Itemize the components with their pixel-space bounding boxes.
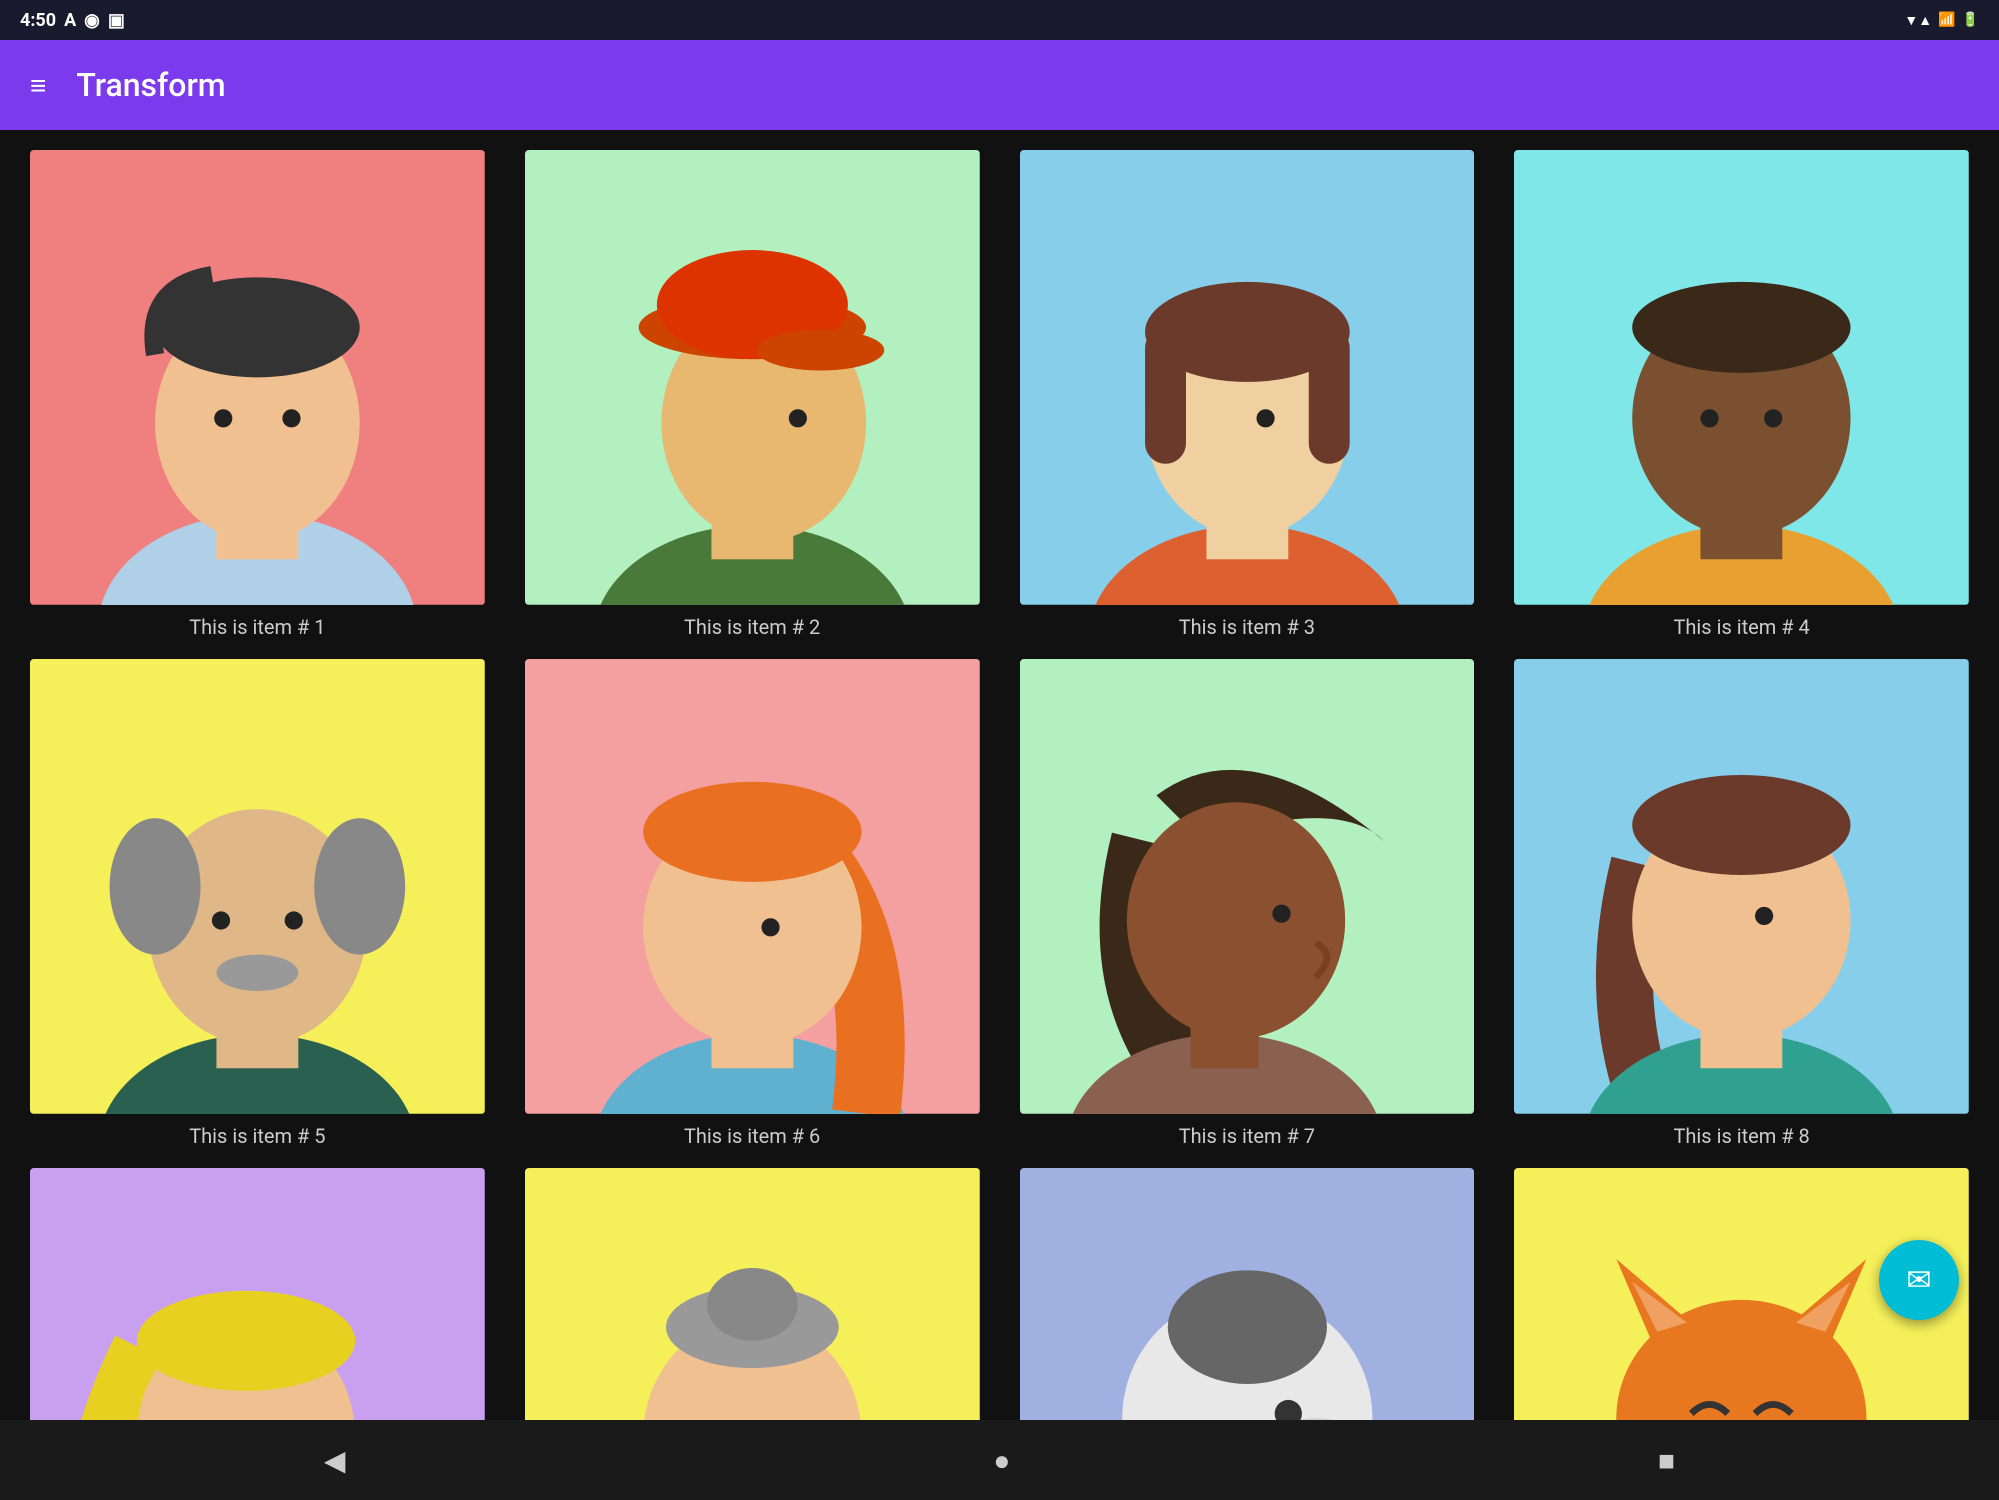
item-image-10 bbox=[525, 1168, 980, 1421]
battery-icon: 🔋 bbox=[1962, 12, 1979, 28]
item-grid: This is item # 1 bbox=[30, 150, 1969, 1420]
item-image-2 bbox=[525, 150, 980, 605]
list-item[interactable]: This is item # 10 bbox=[525, 1168, 980, 1421]
item-image-8 bbox=[1514, 659, 1969, 1114]
recent-button[interactable]: ■ bbox=[1658, 1444, 1675, 1477]
list-item[interactable]: This is item # 11 bbox=[1020, 1168, 1475, 1421]
list-item[interactable]: This is item # 5 bbox=[30, 659, 485, 1148]
home-button[interactable]: ● bbox=[993, 1444, 1010, 1477]
status-bar-right: ▼▲ 📶 🔋 bbox=[1904, 12, 1979, 29]
item-label-6: This is item # 6 bbox=[684, 1124, 820, 1148]
item-label-5: This is item # 5 bbox=[189, 1124, 325, 1148]
back-button[interactable]: ◀ bbox=[324, 1444, 346, 1477]
item-image-1 bbox=[30, 150, 485, 605]
hamburger-menu-icon[interactable]: ≡ bbox=[30, 69, 46, 102]
wifi-icon: ▼▲ bbox=[1904, 12, 1932, 29]
item-image-6 bbox=[525, 659, 980, 1114]
item-label-2: This is item # 2 bbox=[684, 615, 820, 639]
item-label-3: This is item # 3 bbox=[1179, 615, 1315, 639]
list-item[interactable]: This is item # 4 bbox=[1514, 150, 1969, 639]
list-item[interactable]: This is item # 6 bbox=[525, 659, 980, 1148]
item-image-4 bbox=[1514, 150, 1969, 605]
list-item[interactable]: This is item # 9 bbox=[30, 1168, 485, 1421]
item-image-11 bbox=[1020, 1168, 1475, 1421]
content-area: This is item # 1 bbox=[0, 130, 1999, 1420]
status-bar-left: 4:50 A ◉ ▣ bbox=[20, 10, 125, 31]
app-bar: ≡ Transform bbox=[0, 40, 1999, 130]
item-label-8: This is item # 8 bbox=[1673, 1124, 1809, 1148]
item-image-9 bbox=[30, 1168, 485, 1421]
list-item[interactable]: This is item # 8 bbox=[1514, 659, 1969, 1148]
status-icon-a: A bbox=[64, 10, 76, 31]
app-title: Transform bbox=[76, 66, 225, 104]
status-time: 4:50 bbox=[20, 10, 56, 31]
status-icon-circle: ◉ bbox=[84, 10, 100, 31]
list-item[interactable]: This is item # 2 bbox=[525, 150, 980, 639]
item-label-4: This is item # 4 bbox=[1673, 615, 1809, 639]
email-icon: ✉ bbox=[1906, 1263, 1931, 1298]
list-item[interactable]: This is item # 7 bbox=[1020, 659, 1475, 1148]
item-image-3 bbox=[1020, 150, 1475, 605]
status-bar: 4:50 A ◉ ▣ ▼▲ 📶 🔋 bbox=[0, 0, 1999, 40]
list-item[interactable]: This is item # 3 bbox=[1020, 150, 1475, 639]
nav-bar: ◀ ● ■ bbox=[0, 1420, 1999, 1500]
email-fab[interactable]: ✉ bbox=[1879, 1240, 1959, 1320]
status-icon-save: ▣ bbox=[108, 10, 125, 31]
item-image-5 bbox=[30, 659, 485, 1114]
item-label-1: This is item # 1 bbox=[189, 615, 325, 639]
item-image-7 bbox=[1020, 659, 1475, 1114]
signal-icon: 📶 bbox=[1938, 12, 1955, 28]
item-label-7: This is item # 7 bbox=[1179, 1124, 1315, 1148]
list-item[interactable]: This is item # 1 bbox=[30, 150, 485, 639]
